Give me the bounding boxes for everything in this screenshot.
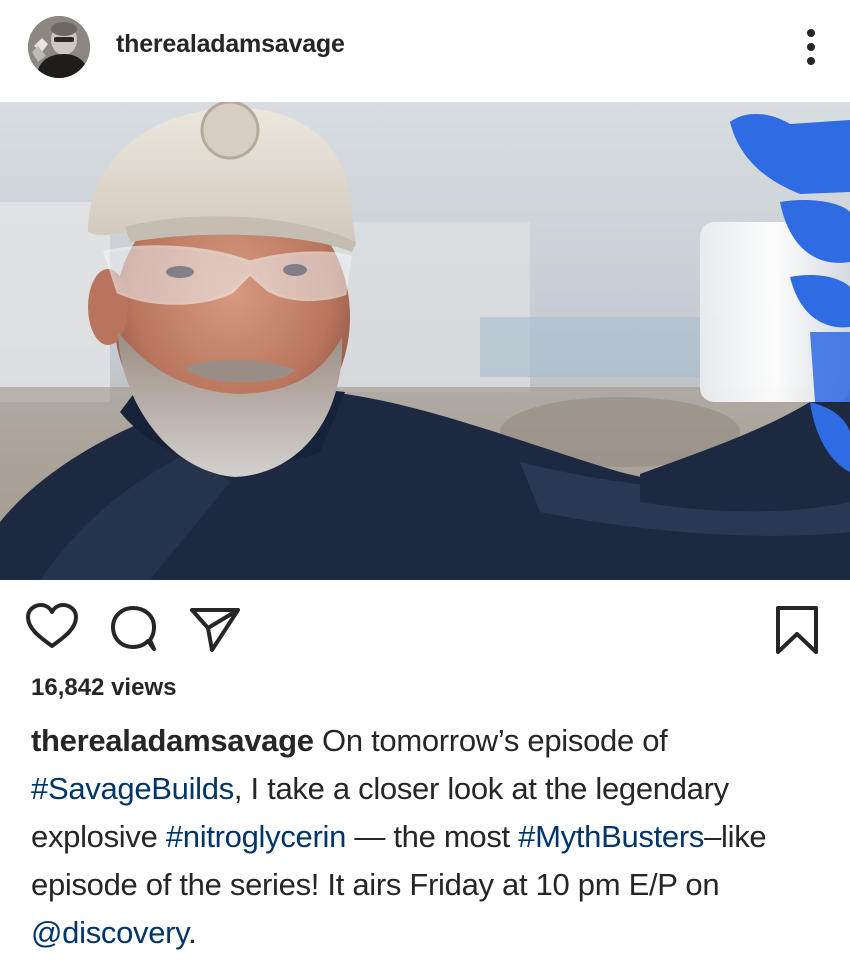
action-bar: [0, 600, 850, 660]
post-header: therealadamsavage: [0, 0, 850, 100]
hashtag-mythbusters[interactable]: #MythBusters: [518, 819, 704, 854]
post-photo-image: [0, 102, 850, 580]
hashtag-savagebuilds[interactable]: #SavageBuilds: [31, 771, 234, 806]
caption-username[interactable]: therealadamsavage: [31, 723, 314, 758]
mention-discovery[interactable]: @discovery: [31, 915, 188, 950]
caption-text: On tomorrow’s episode of: [313, 723, 668, 758]
heart-icon: [26, 603, 78, 648]
caption-text: .: [188, 915, 197, 950]
view-count: 16,842 views: [31, 674, 177, 701]
post-photo[interactable]: [0, 102, 850, 580]
save-button[interactable]: [772, 604, 822, 656]
instagram-post: therealadamsavage 16,842 views therealad…: [0, 0, 850, 960]
caption-text: — the most: [346, 819, 519, 854]
bookmark-icon: [776, 606, 818, 654]
avatar-photo-icon: [28, 16, 90, 78]
comment-button[interactable]: [108, 604, 160, 654]
post-caption: therealadamsavage On tomorrow’s episode …: [31, 717, 831, 957]
avatar[interactable]: [28, 16, 90, 78]
comment-icon: [111, 606, 156, 651]
header-username[interactable]: therealadamsavage: [116, 30, 345, 59]
like-button[interactable]: [24, 602, 80, 652]
send-icon: [190, 608, 240, 652]
more-vertical-icon[interactable]: [802, 26, 820, 70]
hashtag-nitroglycerin[interactable]: #nitroglycerin: [166, 819, 346, 854]
share-button[interactable]: [188, 604, 242, 654]
